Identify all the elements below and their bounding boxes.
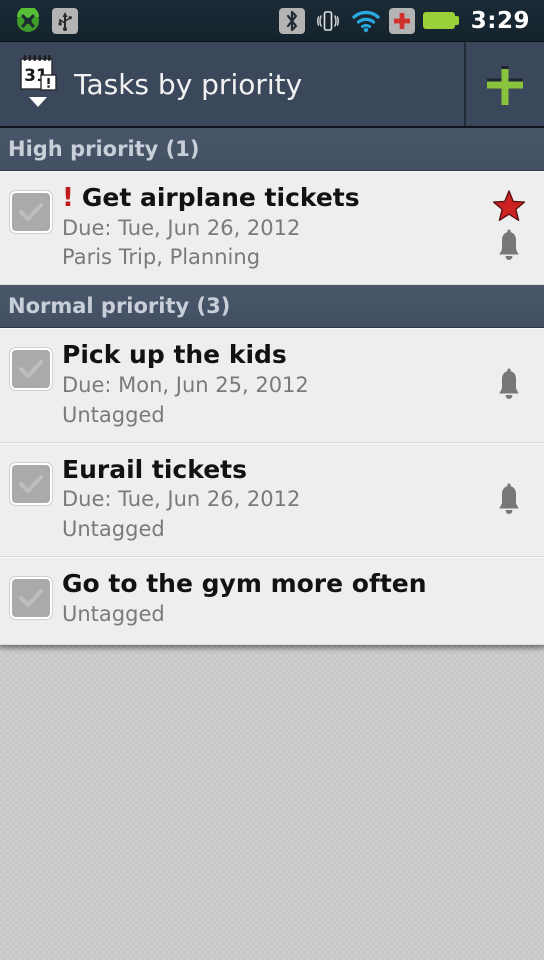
task-checkbox[interactable] bbox=[10, 191, 52, 233]
app-home-button[interactable]: 31 Tasks by priority bbox=[0, 42, 464, 126]
task-title: Eurail tickets bbox=[62, 454, 247, 484]
task-checkbox[interactable] bbox=[10, 348, 52, 391]
star-icon bbox=[492, 190, 526, 221]
task-checkbox-cell[interactable] bbox=[0, 183, 62, 233]
section-header: High priority (1) bbox=[0, 128, 544, 171]
task-details[interactable]: Eurail tickets Due: Tue, Jun 26, 2012 Unta… bbox=[62, 455, 474, 544]
battery-icon bbox=[422, 12, 459, 29]
bell-icon bbox=[499, 368, 519, 400]
vibrate-icon bbox=[313, 8, 343, 34]
bell-icon bbox=[499, 483, 519, 514]
calendar-31-alert-icon: 31 bbox=[20, 55, 57, 91]
sync-icon bbox=[14, 7, 42, 34]
section-header: Normal priority (3) bbox=[0, 285, 544, 329]
status-bar-right-icons: 3:29 bbox=[278, 7, 534, 34]
task-row[interactable]: Pick up the kids Due: Mon, Jun 25, 2012 Un… bbox=[0, 328, 544, 443]
task-title-line: Eurail tickets bbox=[62, 455, 468, 485]
task-status-icons bbox=[474, 569, 544, 632]
task-details[interactable]: Go to the gym more often Untagged bbox=[62, 569, 474, 628]
checkmark-icon bbox=[19, 360, 43, 379]
checkmark-icon bbox=[19, 203, 43, 221]
task-title: Go to the gym more often bbox=[62, 569, 427, 599]
task-title-line: ! Get airplane tickets bbox=[62, 183, 468, 213]
chevron-down-icon[interactable] bbox=[29, 97, 47, 107]
task-row[interactable]: Go to the gym more often Untagged bbox=[0, 557, 544, 646]
task-checkbox-cell[interactable] bbox=[0, 340, 62, 391]
task-tags: Untagged bbox=[62, 517, 165, 542]
task-due-date: Due: Tue, Jun 26, 2012 bbox=[62, 487, 301, 512]
status-bar-clock: 3:29 bbox=[470, 7, 530, 34]
task-status-icons bbox=[474, 183, 544, 272]
task-list[interactable]: High priority (1)! Get airplane tickets Du… bbox=[0, 128, 544, 646]
status-bar-left-icons bbox=[14, 7, 78, 34]
empty-list-background bbox=[0, 651, 544, 960]
task-checkbox[interactable] bbox=[10, 462, 52, 505]
task-checkbox-cell[interactable] bbox=[0, 569, 62, 620]
bluetooth-icon bbox=[278, 7, 305, 34]
task-tags: Untagged bbox=[62, 601, 165, 626]
task-tags: Untagged bbox=[62, 402, 165, 427]
bell-icon bbox=[499, 229, 519, 260]
checkmark-icon bbox=[19, 474, 43, 493]
task-title-line: Pick up the kids bbox=[62, 340, 468, 370]
usb-icon bbox=[52, 7, 78, 34]
app-icon-with-dropdown[interactable]: 31 bbox=[16, 53, 60, 115]
task-status-icons bbox=[474, 455, 544, 544]
task-due-date: Due: Tue, Jun 26, 2012 bbox=[62, 215, 301, 240]
task-status-icons bbox=[474, 340, 544, 429]
plus-icon bbox=[487, 66, 523, 105]
task-details[interactable]: ! Get airplane tickets Due: Tue, Jun 26, 2… bbox=[62, 183, 474, 272]
task-title: Pick up the kids bbox=[62, 340, 287, 370]
task-title-line: Go to the gym more often bbox=[62, 569, 468, 599]
checkmark-icon bbox=[19, 589, 43, 608]
task-due-date: Due: Mon, Jun 25, 2012 bbox=[62, 372, 309, 397]
priority-exclamation-icon: ! bbox=[62, 183, 74, 213]
task-checkbox[interactable] bbox=[10, 577, 52, 620]
add-task-button[interactable] bbox=[464, 42, 544, 126]
task-row[interactable]: ! Get airplane tickets Due: Tue, Jun 26, 2… bbox=[0, 171, 544, 286]
task-tags: Paris Trip, Planning bbox=[62, 245, 261, 270]
task-row[interactable]: Eurail tickets Due: Tue, Jun 26, 2012 Unta… bbox=[0, 442, 544, 558]
task-details[interactable]: Pick up the kids Due: Mon, Jun 25, 2012 Un… bbox=[62, 340, 474, 429]
wifi-icon bbox=[351, 9, 381, 33]
task-checkbox-cell[interactable] bbox=[0, 455, 62, 505]
status-bar: 3:29 bbox=[0, 0, 544, 42]
task-title: Get airplane tickets bbox=[81, 183, 360, 212]
page-title: Tasks by priority bbox=[74, 67, 303, 101]
medical-cross-icon bbox=[388, 7, 415, 34]
phone-screen: 3:29 31 Tasks by priority High priority … bbox=[0, 0, 544, 960]
app-title-bar: 31 Tasks by priority bbox=[0, 42, 544, 128]
